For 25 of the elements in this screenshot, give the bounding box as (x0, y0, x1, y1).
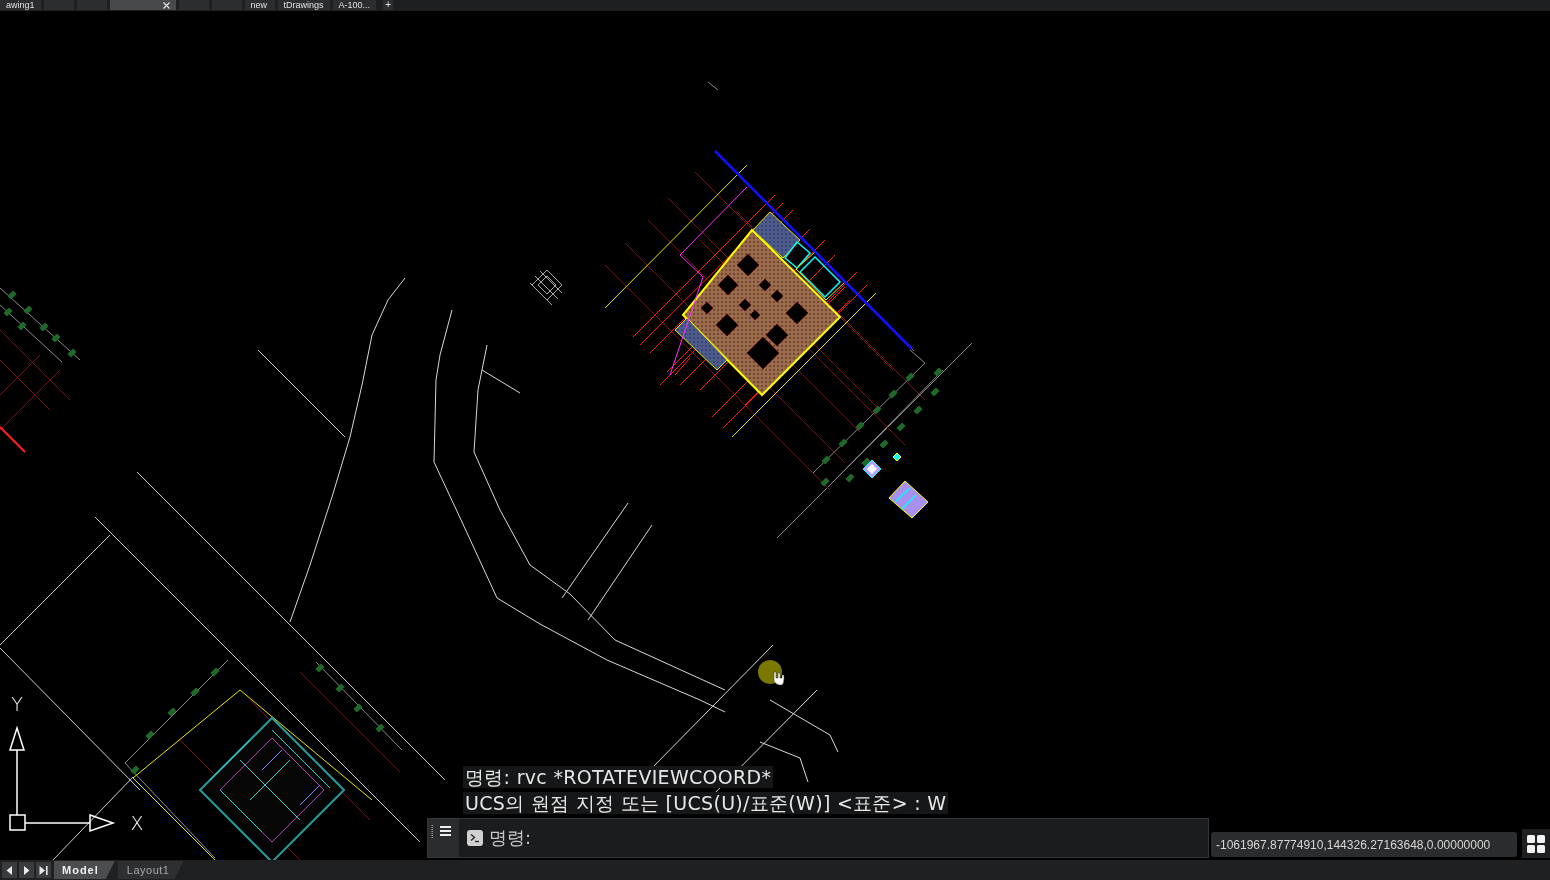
new-tab-button[interactable]: + (383, 0, 394, 10)
ucs-axis-icon (8, 725, 116, 833)
previous-layout-button[interactable] (2, 862, 17, 878)
boundary-line (481, 369, 521, 394)
x-axis-label: X (130, 812, 144, 834)
coordinates-display: -1061967.87774910,144326.27163648,0.00000000 (1211, 832, 1517, 857)
skip-end-icon (39, 865, 48, 875)
document-tab[interactable]: A-100... (332, 0, 377, 10)
left-triangle-icon (5, 865, 14, 875)
next-layout-button[interactable] (19, 862, 34, 878)
document-tab[interactable] (109, 0, 176, 10)
y-axis-label: Y (11, 693, 23, 715)
close-icon[interactable] (162, 1, 170, 9)
grid-icon (1527, 834, 1545, 853)
layout-tab[interactable]: Model (54, 861, 115, 879)
document-tab[interactable]: new (244, 0, 275, 10)
grid-button[interactable] (1522, 829, 1550, 858)
boundary-line (707, 81, 719, 91)
document-tab[interactable]: tDrawings (277, 0, 330, 10)
right-triangle-icon (22, 865, 31, 875)
layout-tab[interactable]: Layout1 (117, 861, 184, 879)
document-tab[interactable]: awing1 (0, 0, 41, 10)
hand-cursor-icon (758, 660, 785, 686)
last-layout-button[interactable] (36, 862, 51, 878)
small-building-drawing (529, 269, 563, 306)
